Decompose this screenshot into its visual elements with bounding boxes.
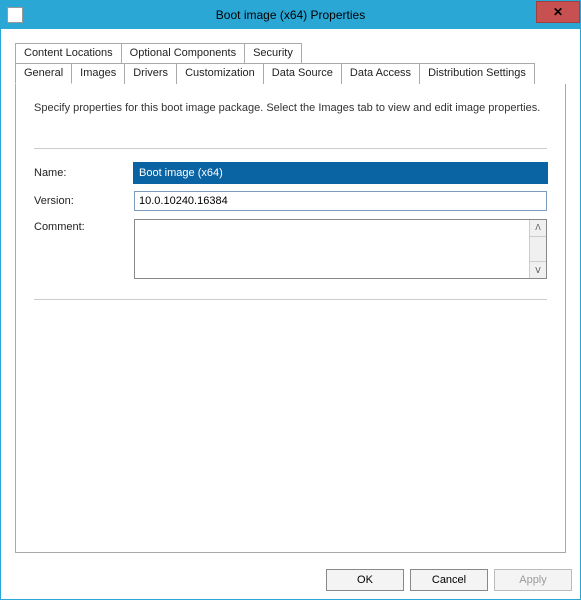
tab-general[interactable]: General bbox=[15, 63, 72, 84]
tab-distribution-settings[interactable]: Distribution Settings bbox=[419, 63, 535, 84]
row-version: Version: bbox=[34, 191, 547, 211]
tab-panel-general: Specify properties for this boot image p… bbox=[15, 84, 566, 553]
panel-description: Specify properties for this boot image p… bbox=[34, 102, 547, 114]
tab-control: Content Locations Optional Components Se… bbox=[15, 43, 566, 84]
label-comment: Comment: bbox=[34, 219, 134, 233]
close-icon: ✕ bbox=[553, 5, 563, 19]
dialog-footer: OK Cancel Apply bbox=[1, 563, 580, 599]
scroll-up-icon[interactable]: ᐱ bbox=[530, 220, 546, 237]
cancel-button[interactable]: Cancel bbox=[410, 569, 488, 591]
tab-images[interactable]: Images bbox=[71, 63, 125, 84]
name-field[interactable] bbox=[134, 163, 547, 183]
row-name: Name: bbox=[34, 163, 547, 183]
tab-security[interactable]: Security bbox=[244, 43, 302, 64]
row-comment: Comment: ᐱ ᐯ bbox=[34, 219, 547, 279]
titlebar[interactable]: Boot image (x64) Properties ✕ bbox=[1, 1, 580, 29]
scroll-down-icon[interactable]: ᐯ bbox=[530, 262, 546, 278]
window-title: Boot image (x64) Properties bbox=[1, 8, 580, 22]
tab-drivers[interactable]: Drivers bbox=[124, 63, 177, 84]
comment-wrap: ᐱ ᐯ bbox=[134, 219, 547, 279]
window-icon bbox=[7, 7, 23, 23]
tab-optional-components[interactable]: Optional Components bbox=[121, 43, 245, 64]
version-field[interactable] bbox=[134, 191, 547, 211]
comment-scrollbar: ᐱ ᐯ bbox=[529, 220, 546, 278]
panel-body: Specify properties for this boot image p… bbox=[34, 102, 547, 540]
tab-data-source[interactable]: Data Source bbox=[263, 63, 342, 84]
content-area: Content Locations Optional Components Se… bbox=[1, 29, 580, 563]
tab-content-locations[interactable]: Content Locations bbox=[15, 43, 122, 64]
comment-field[interactable] bbox=[135, 220, 529, 278]
tabs-row-2: General Images Drivers Customization Dat… bbox=[15, 63, 566, 84]
properties-window: Boot image (x64) Properties ✕ Content Lo… bbox=[0, 0, 581, 600]
close-button[interactable]: ✕ bbox=[536, 1, 580, 23]
tab-data-access[interactable]: Data Access bbox=[341, 63, 420, 84]
label-version: Version: bbox=[34, 195, 134, 207]
label-name: Name: bbox=[34, 167, 134, 179]
tabs-row-1: Content Locations Optional Components Se… bbox=[15, 43, 566, 64]
ok-button[interactable]: OK bbox=[326, 569, 404, 591]
divider-top bbox=[34, 148, 547, 149]
apply-button[interactable]: Apply bbox=[494, 569, 572, 591]
spacer bbox=[34, 300, 547, 540]
scroll-track[interactable] bbox=[530, 237, 546, 263]
tab-customization[interactable]: Customization bbox=[176, 63, 264, 84]
